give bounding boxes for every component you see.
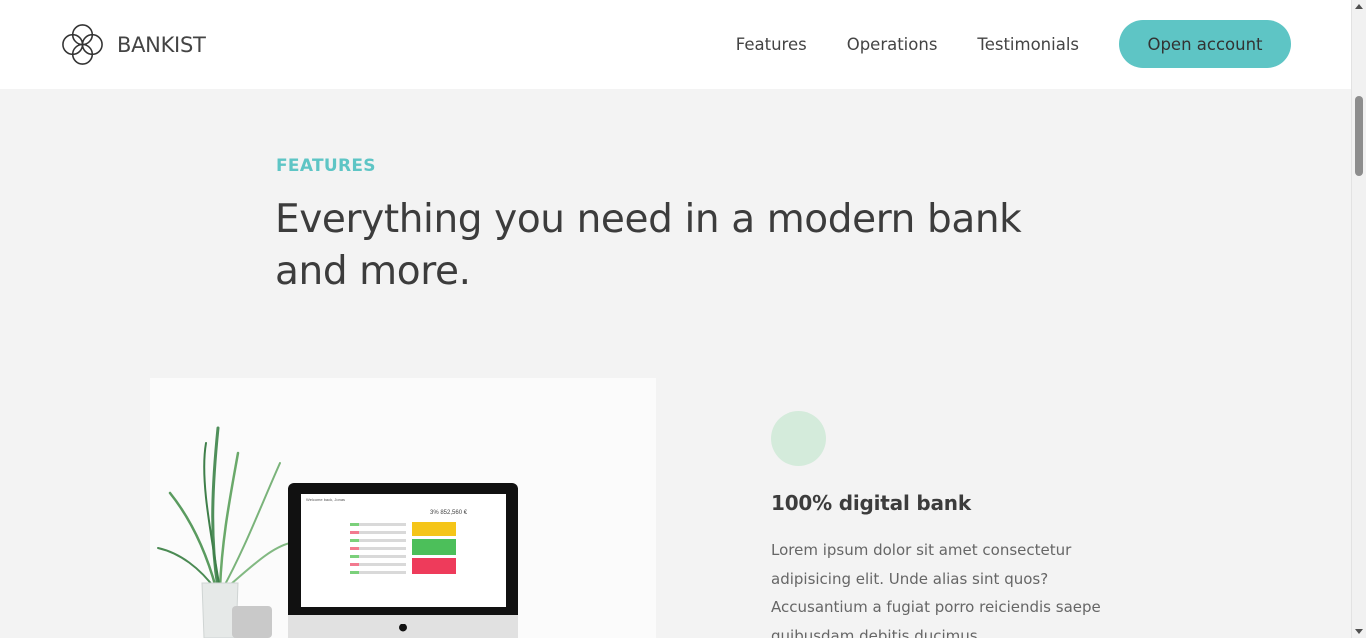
navigation-bar: BANKIST Features Operations Testimonials… (0, 0, 1351, 89)
nav-links: Features Operations Testimonials Open ac… (736, 20, 1291, 68)
vertical-scrollbar[interactable] (1351, 0, 1366, 638)
screen-header: Welcome back, Jonas (306, 497, 345, 502)
nav-link-operations[interactable]: Operations (847, 35, 938, 54)
nav-link-testimonials[interactable]: Testimonials (977, 35, 1079, 54)
nav-link-features[interactable]: Features (736, 35, 807, 54)
brand-logo[interactable]: BANKIST (59, 21, 206, 68)
scroll-up-arrow-icon[interactable] (1355, 4, 1363, 9)
digital-bank-icon (771, 411, 826, 466)
scroll-thumb[interactable] (1355, 96, 1363, 176)
section-title: Everything you need in a modern bank and… (275, 197, 1022, 294)
section-label: FEATURES (276, 156, 376, 176)
feature-title: 100% digital bank (771, 491, 971, 515)
scroll-down-arrow-icon[interactable] (1355, 629, 1363, 634)
feature-image: Welcome back, Jonas 3% 852,560 € (150, 378, 656, 638)
bankist-logo-icon (62, 24, 103, 65)
feature-description: Lorem ipsum dolor sit amet consectetur a… (771, 541, 1101, 638)
open-account-button[interactable]: Open account (1119, 20, 1291, 68)
brand-name: BANKIST (117, 32, 206, 57)
screen-balance: 3% 852,560 € (430, 510, 468, 516)
